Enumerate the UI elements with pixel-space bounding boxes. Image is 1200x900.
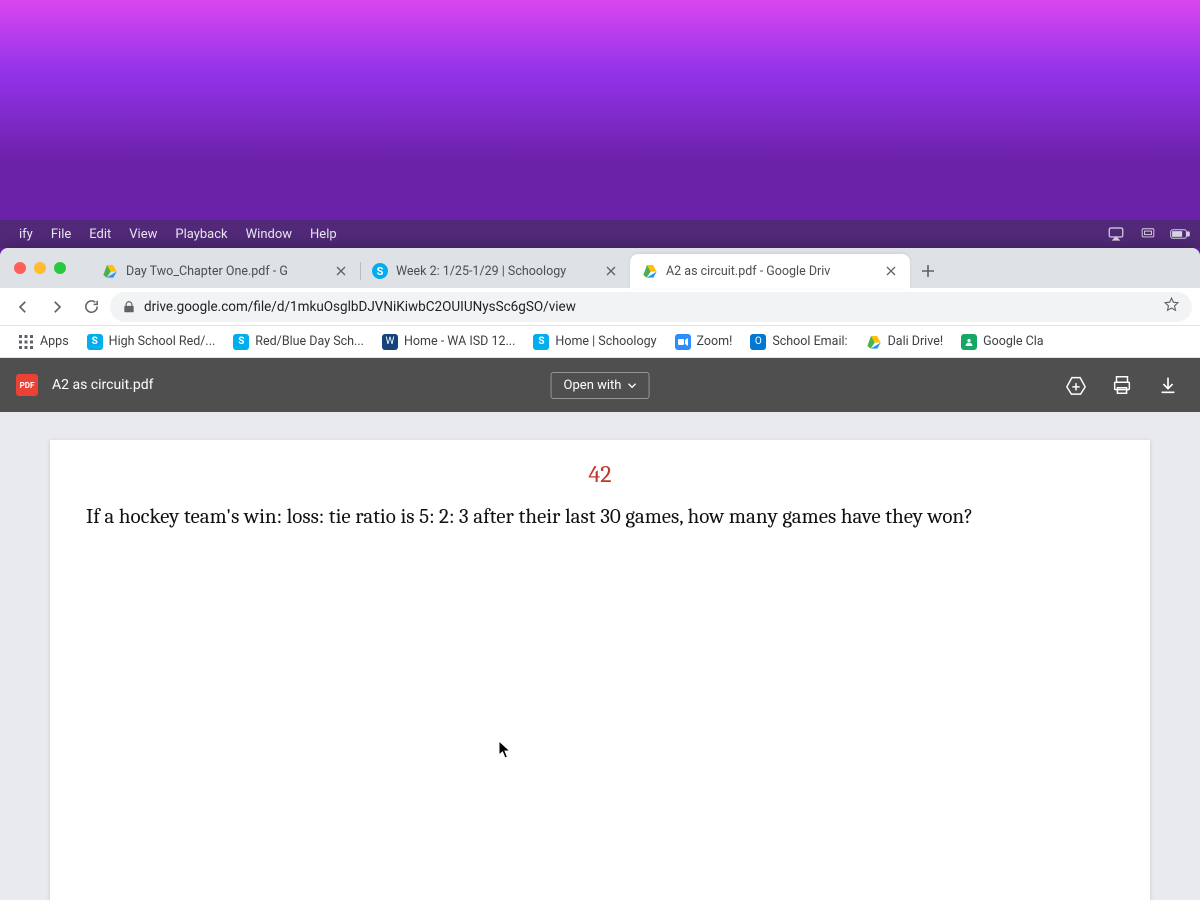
tab-strip: Day Two_Chapter One.pdf - G S Week 2: 1/… bbox=[0, 248, 1200, 288]
menu-app-name[interactable]: ify bbox=[10, 227, 42, 242]
bookmark-label: Home - WA ISD 12... bbox=[404, 334, 515, 349]
bookmarks-bar: Apps S High School Red/... S Red/Blue Da… bbox=[0, 326, 1200, 358]
pdf-badge-icon: PDF bbox=[16, 374, 38, 396]
problem-text: If a hockey team's win: loss: tie ratio … bbox=[86, 502, 1114, 534]
generic-favicon: W bbox=[382, 334, 398, 350]
drive-viewer-toolbar: PDF A2 as circuit.pdf Open with bbox=[0, 358, 1200, 412]
lock-icon bbox=[122, 300, 136, 314]
drive-icon bbox=[866, 334, 882, 350]
tab-2-active[interactable]: A2 as circuit.pdf - Google Driv bbox=[630, 254, 910, 288]
airplay-icon[interactable] bbox=[1106, 226, 1126, 242]
zoom-icon bbox=[675, 334, 691, 350]
apps-grid-icon bbox=[18, 334, 34, 350]
bookmark-label: High School Red/... bbox=[109, 334, 216, 349]
tab-close-button[interactable] bbox=[604, 264, 618, 278]
schoology-icon: S bbox=[233, 334, 249, 350]
tab-0[interactable]: Day Two_Chapter One.pdf - G bbox=[90, 254, 360, 288]
pdf-page: 42 If a hockey team's win: loss: tie rat… bbox=[50, 440, 1150, 900]
bookmark-dali-drive[interactable]: Dali Drive! bbox=[858, 330, 952, 354]
menu-view[interactable]: View bbox=[120, 227, 166, 242]
schoology-icon: S bbox=[533, 334, 549, 350]
battery-icon[interactable] bbox=[1170, 226, 1190, 242]
bookmark-classroom[interactable]: Google Cla bbox=[953, 330, 1052, 354]
window-controls bbox=[14, 262, 66, 274]
bookmark-waisd[interactable]: W Home - WA ISD 12... bbox=[374, 330, 523, 354]
tab-close-button[interactable] bbox=[884, 264, 898, 278]
bookmark-label: Google Cla bbox=[983, 334, 1044, 349]
add-shortcut-button[interactable] bbox=[1060, 369, 1092, 401]
document-name: A2 as circuit.pdf bbox=[52, 377, 153, 393]
address-bar[interactable]: drive.google.com/file/d/1mkuOsglbDJVNiKi… bbox=[110, 292, 1192, 322]
bookmark-label: School Email: bbox=[772, 334, 847, 349]
menu-help[interactable]: Help bbox=[301, 227, 346, 242]
classroom-icon bbox=[961, 334, 977, 350]
screen-icon[interactable] bbox=[1138, 226, 1158, 242]
window-minimize-button[interactable] bbox=[34, 262, 46, 274]
back-button[interactable] bbox=[8, 292, 38, 322]
bookmark-label: Dali Drive! bbox=[888, 334, 944, 349]
drive-icon bbox=[642, 263, 658, 279]
bookmark-label: Red/Blue Day Sch... bbox=[255, 334, 364, 349]
bookmark-label: Zoom! bbox=[697, 334, 733, 349]
url-text: drive.google.com/file/d/1mkuOsglbDJVNiKi… bbox=[144, 299, 576, 315]
menu-edit[interactable]: Edit bbox=[80, 227, 120, 242]
menu-playback[interactable]: Playback bbox=[166, 227, 236, 242]
schoology-icon: S bbox=[372, 263, 388, 279]
bookmark-star-icon[interactable] bbox=[1163, 296, 1180, 317]
bookmark-schoology-home[interactable]: S Home | Schoology bbox=[525, 330, 664, 354]
tab-title: A2 as circuit.pdf - Google Driv bbox=[666, 264, 876, 279]
desktop-background bbox=[0, 0, 1200, 220]
browser-toolbar: drive.google.com/file/d/1mkuOsglbDJVNiKi… bbox=[0, 288, 1200, 326]
browser-window: Day Two_Chapter One.pdf - G S Week 2: 1/… bbox=[0, 248, 1200, 900]
open-with-label: Open with bbox=[564, 378, 622, 393]
menu-file[interactable]: File bbox=[42, 227, 80, 242]
new-tab-button[interactable] bbox=[914, 257, 942, 285]
window-maximize-button[interactable] bbox=[54, 262, 66, 274]
bookmark-label: Home | Schoology bbox=[555, 334, 656, 349]
print-button[interactable] bbox=[1106, 369, 1138, 401]
bookmark-label: Apps bbox=[40, 334, 69, 349]
bookmark-zoom[interactable]: Zoom! bbox=[667, 330, 741, 354]
tab-title: Week 2: 1/25-1/29 | Schoology bbox=[396, 264, 596, 279]
download-button[interactable] bbox=[1152, 369, 1184, 401]
open-with-button[interactable]: Open with bbox=[551, 372, 650, 399]
drive-icon bbox=[102, 263, 118, 279]
tab-close-button[interactable] bbox=[334, 264, 348, 278]
chevron-down-icon bbox=[627, 381, 636, 390]
menu-window[interactable]: Window bbox=[237, 227, 301, 242]
outlook-icon: O bbox=[750, 334, 766, 350]
forward-button[interactable] bbox=[42, 292, 72, 322]
bookmark-email[interactable]: O School Email: bbox=[742, 330, 855, 354]
bookmark-high-school[interactable]: S High School Red/... bbox=[79, 330, 224, 354]
document-viewport[interactable]: 42 If a hockey team's win: loss: tie rat… bbox=[0, 412, 1200, 900]
tab-1[interactable]: S Week 2: 1/25-1/29 | Schoology bbox=[360, 254, 630, 288]
tab-title: Day Two_Chapter One.pdf - G bbox=[126, 264, 326, 279]
bookmark-red-blue[interactable]: S Red/Blue Day Sch... bbox=[225, 330, 372, 354]
macos-menubar: ify File Edit View Playback Window Help bbox=[0, 220, 1200, 248]
schoology-icon: S bbox=[87, 334, 103, 350]
window-close-button[interactable] bbox=[14, 262, 26, 274]
reload-button[interactable] bbox=[76, 292, 106, 322]
problem-number: 42 bbox=[86, 460, 1114, 488]
apps-bookmark[interactable]: Apps bbox=[10, 330, 77, 354]
